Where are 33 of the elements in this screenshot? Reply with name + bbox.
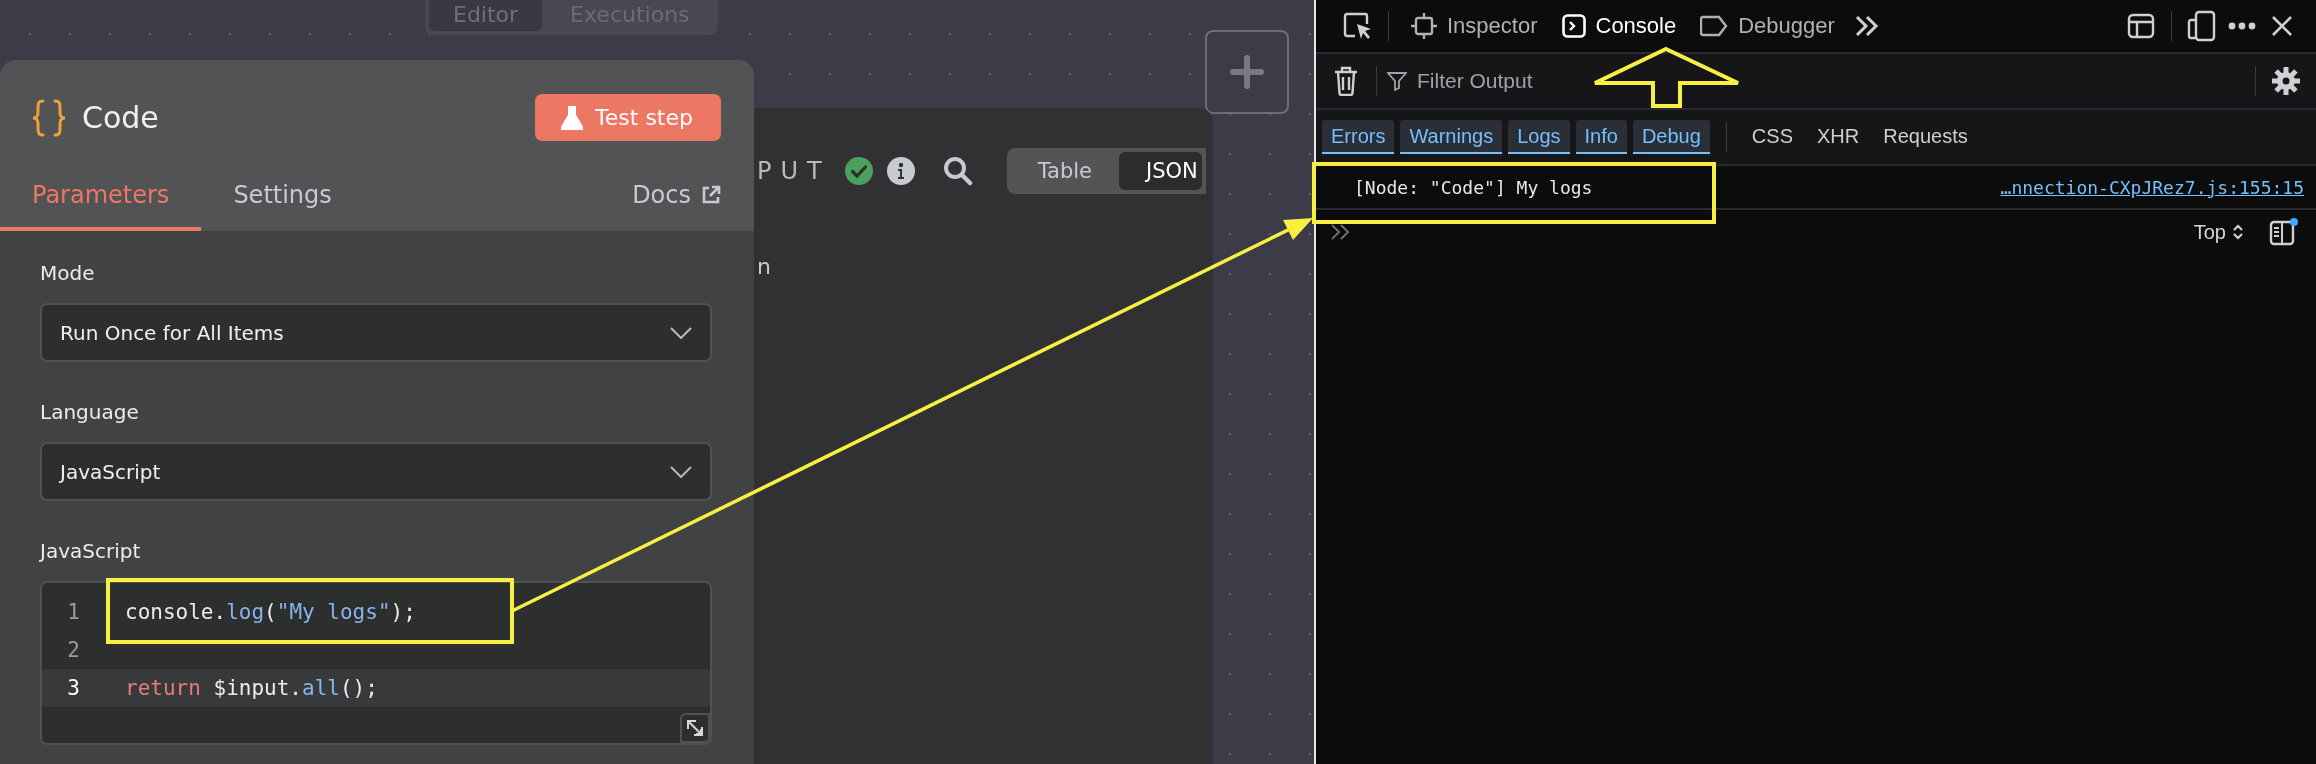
dropdown-select[interactable]: Run Once for All Items xyxy=(40,303,712,362)
field-label: JavaScript xyxy=(40,539,141,563)
panel-tab[interactable]: Settings xyxy=(201,181,364,231)
field-label: Mode xyxy=(40,261,95,285)
devtools-tab[interactable]: Inspector xyxy=(1399,13,1550,39)
code-line: return $input.all(); xyxy=(125,676,378,700)
docs-link[interactable]: Docs xyxy=(632,181,721,231)
request-filter[interactable]: Requests xyxy=(1874,120,1977,154)
dropdown-select[interactable]: JavaScript xyxy=(40,442,712,501)
log-level-filter[interactable]: Debug xyxy=(1632,120,1710,154)
filter-output-field[interactable]: Filter Output xyxy=(1415,68,1719,94)
line-number: 1 xyxy=(66,600,80,624)
log-level-filter[interactable]: Warnings xyxy=(1400,120,1503,154)
code-editor[interactable]: 1 console.log("My logs"); 2 3 return $input.all(); xyxy=(40,581,712,745)
devtools-tab[interactable]: Console xyxy=(1549,13,1689,39)
context-selector[interactable]: Top xyxy=(2187,219,2250,245)
line-number: 2 xyxy=(66,638,80,662)
line-number: 3 xyxy=(66,676,80,700)
source-link[interactable]: …nnection-CXpJRez7.js:155:15 xyxy=(2000,176,2304,198)
view-tab[interactable]: Table xyxy=(1010,152,1119,190)
node-title: Code xyxy=(82,100,159,135)
partial-text: n xyxy=(757,254,772,279)
log-message: [Node: "Code"] My logs xyxy=(1354,176,1593,198)
view-tab[interactable]: JSON xyxy=(1119,152,1202,190)
log-level-filter[interactable]: Logs xyxy=(1508,120,1570,154)
log-level-filter[interactable]: Info xyxy=(1575,120,1627,154)
devtools-tab[interactable]: Debugger xyxy=(1688,13,1847,39)
request-filter[interactable]: XHR xyxy=(1808,120,1869,154)
code-line: console.log("My logs"); xyxy=(125,600,416,624)
output-title: PUT xyxy=(757,157,831,185)
request-filter[interactable]: CSS xyxy=(1742,120,1802,154)
field-label: Language xyxy=(40,400,139,424)
log-level-filter[interactable]: Errors xyxy=(1322,120,1395,154)
